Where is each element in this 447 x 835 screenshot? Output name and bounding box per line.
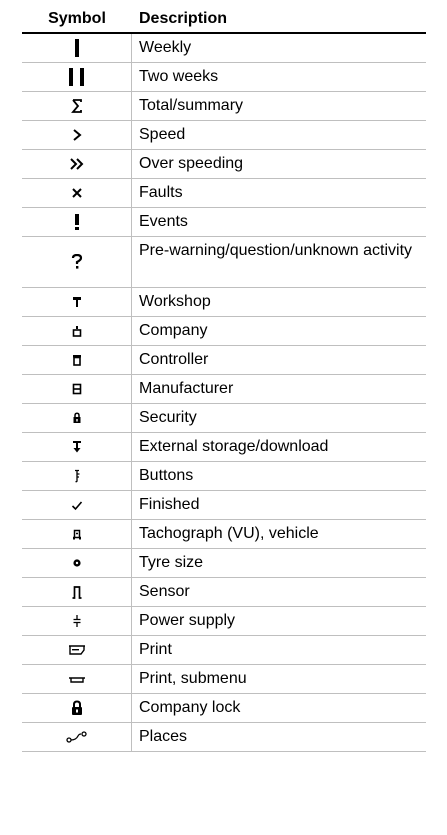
table-row: Buttons xyxy=(22,462,426,491)
row-description: Sensor xyxy=(139,583,190,600)
row-description: Over speeding xyxy=(139,155,244,172)
workshop-icon xyxy=(72,296,82,308)
print-submenu-icon xyxy=(68,673,86,685)
row-description: Finished xyxy=(139,496,200,513)
table-row: Over speeding xyxy=(22,150,426,179)
print-icon xyxy=(68,644,86,656)
finished-icon xyxy=(71,499,83,511)
row-description: Total/summary xyxy=(139,97,244,114)
row-description: Places xyxy=(139,728,188,745)
row-description: Two weeks xyxy=(139,68,219,85)
two-weeks-icon xyxy=(67,67,87,87)
sensor-icon xyxy=(71,585,83,599)
table-row: Manufacturer xyxy=(22,375,426,404)
row-description: Faults xyxy=(139,184,183,201)
sigma-icon xyxy=(70,99,83,113)
places-icon xyxy=(65,731,88,743)
row-description: Controller xyxy=(139,351,209,368)
power-supply-icon xyxy=(72,614,82,628)
manufacturer-icon xyxy=(72,383,82,395)
faults-icon xyxy=(71,187,83,199)
table-row: Company xyxy=(22,317,426,346)
header-symbol: Symbol xyxy=(48,10,106,27)
over-speeding-icon xyxy=(69,157,85,171)
row-description: External storage/download xyxy=(139,438,329,455)
table-row: Controller xyxy=(22,346,426,375)
tachograph-icon xyxy=(71,528,83,540)
table-row: Events xyxy=(22,208,426,237)
controller-icon xyxy=(72,354,82,366)
table-row: Pre-warning/question/unknown activity xyxy=(22,237,426,288)
table-row: Print xyxy=(22,636,426,665)
table-row: Sensor xyxy=(22,578,426,607)
table-row: Total/summary xyxy=(22,92,426,121)
row-description: Tyre size xyxy=(139,554,204,571)
table-row: Finished xyxy=(22,491,426,520)
row-description: Workshop xyxy=(139,293,211,310)
company-lock-icon xyxy=(70,700,84,716)
row-description: Power supply xyxy=(139,612,236,629)
table-row: Workshop xyxy=(22,288,426,317)
table-header: Symbol Description xyxy=(22,6,426,34)
download-icon xyxy=(72,440,82,454)
table-row: Company lock xyxy=(22,694,426,723)
row-description: Speed xyxy=(139,126,186,143)
table-row: Tyre size xyxy=(22,549,426,578)
question-icon xyxy=(71,254,83,270)
table-row: Two weeks xyxy=(22,63,426,92)
weekly-icon xyxy=(71,38,83,58)
row-description: Weekly xyxy=(139,39,192,56)
table-row: Power supply xyxy=(22,607,426,636)
row-description: Events xyxy=(139,213,188,230)
table-row: Faults xyxy=(22,179,426,208)
speed-icon xyxy=(71,128,83,142)
symbol-table: Symbol Description Weekly Two weeks Tota… xyxy=(22,6,426,752)
tyre-size-icon xyxy=(72,558,82,568)
events-icon xyxy=(73,213,81,231)
row-description: Pre-warning/question/unknown activity xyxy=(139,242,413,259)
table-row: Print, submenu xyxy=(22,665,426,694)
table-row: External storage/download xyxy=(22,433,426,462)
buttons-icon xyxy=(72,469,82,483)
table-row: Places xyxy=(22,723,426,752)
row-description: Print xyxy=(139,641,172,658)
row-description: Print, submenu xyxy=(139,670,247,687)
security-icon xyxy=(72,412,82,424)
row-description: Tachograph (VU), vehicle xyxy=(139,525,319,542)
row-description: Buttons xyxy=(139,467,194,484)
table-row: Tachograph (VU), vehicle xyxy=(22,520,426,549)
table-row: Speed xyxy=(22,121,426,150)
table-row: Security xyxy=(22,404,426,433)
row-description: Security xyxy=(139,409,197,426)
header-description: Description xyxy=(139,10,228,27)
row-description: Company xyxy=(139,322,208,339)
row-description: Company lock xyxy=(139,699,241,716)
company-icon xyxy=(72,325,82,337)
row-description: Manufacturer xyxy=(139,380,234,397)
table-row: Weekly xyxy=(22,34,426,63)
